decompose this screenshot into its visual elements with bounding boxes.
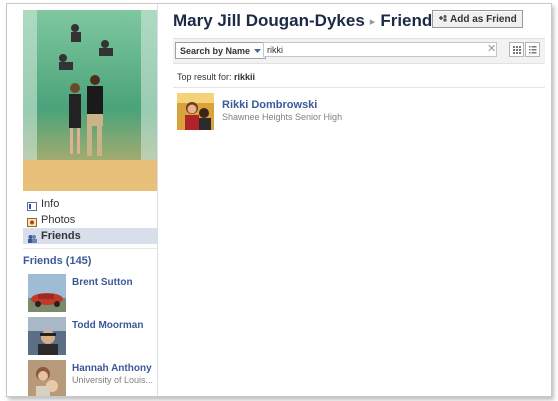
list-view-button[interactable] — [525, 42, 540, 57]
friend-list: Brent Sutton Todd Moorman Hannah Anthony… — [23, 274, 157, 396]
nav-item-label: Info — [41, 198, 60, 210]
breadcrumb-arrow-icon: ▸ — [369, 15, 376, 28]
result-name-link[interactable]: Rikki Dombrowski — [222, 99, 317, 111]
avatar[interactable] — [28, 317, 66, 355]
grid-view-button[interactable] — [509, 42, 524, 57]
top-result-prefix: Top result for: — [177, 72, 232, 82]
friend-search-input[interactable] — [263, 42, 497, 57]
profile-photo[interactable] — [23, 10, 157, 191]
result-network: Shawnee Heights Senior High — [222, 112, 343, 122]
dropdown-arrow-icon — [254, 46, 262, 56]
nav-item-photos[interactable]: Photos — [23, 212, 157, 228]
add-friend-icon — [438, 14, 447, 25]
browser-page: Info Photos Friends Friends (145) Brent … — [6, 3, 552, 397]
search-mode-label: Search by Name — [180, 45, 251, 56]
avatar[interactable] — [28, 274, 66, 312]
main-content: Mary Jill Dougan-Dykes ▸ Friends Add as … — [158, 4, 551, 396]
page-title: Mary Jill Dougan-Dykes ▸ Friends — [173, 10, 442, 32]
friend-name[interactable]: Hannah Anthony — [72, 363, 152, 374]
friend-network: University of Louis... — [72, 375, 154, 385]
profile-name-link[interactable]: Mary Jill Dougan-Dykes — [173, 11, 365, 31]
photos-icon — [27, 216, 37, 227]
profile-nav: Info Photos Friends — [23, 196, 157, 244]
clear-search-icon[interactable]: ✕ — [487, 42, 496, 57]
info-icon — [27, 200, 37, 211]
friend-name[interactable]: Todd Moorman — [72, 320, 143, 331]
list-item[interactable]: Brent Sutton — [23, 274, 157, 317]
top-result-caption: Top result for: rikkii — [177, 72, 255, 82]
friend-name[interactable]: Brent Sutton — [72, 277, 133, 288]
left-column: Info Photos Friends Friends (145) Brent … — [7, 4, 158, 396]
friends-count-link[interactable]: Friends (145) — [23, 248, 157, 267]
search-result[interactable]: Rikki Dombrowski Shawnee Heights Senior … — [177, 93, 537, 133]
avatar[interactable] — [177, 93, 214, 130]
search-mode-select[interactable]: Search by Name — [175, 42, 267, 59]
grid-icon — [513, 46, 521, 54]
nav-item-info[interactable]: Info — [23, 196, 157, 212]
list-icon — [529, 46, 537, 54]
nav-item-label: Friends — [41, 230, 81, 242]
add-as-friend-button[interactable]: Add as Friend — [432, 10, 523, 28]
top-result-term: rikkii — [234, 72, 256, 82]
add-friend-label: Add as Friend — [450, 13, 517, 25]
friends-icon — [27, 232, 37, 243]
list-item[interactable]: Hannah Anthony University of Louis... — [23, 360, 157, 396]
divider — [173, 87, 545, 88]
nav-item-friends[interactable]: Friends — [23, 228, 157, 244]
list-item[interactable]: Todd Moorman — [23, 317, 157, 360]
nav-item-label: Photos — [41, 214, 76, 226]
avatar[interactable] — [28, 360, 66, 396]
friends-search-bar: Search by Name ✕ — [173, 38, 545, 64]
